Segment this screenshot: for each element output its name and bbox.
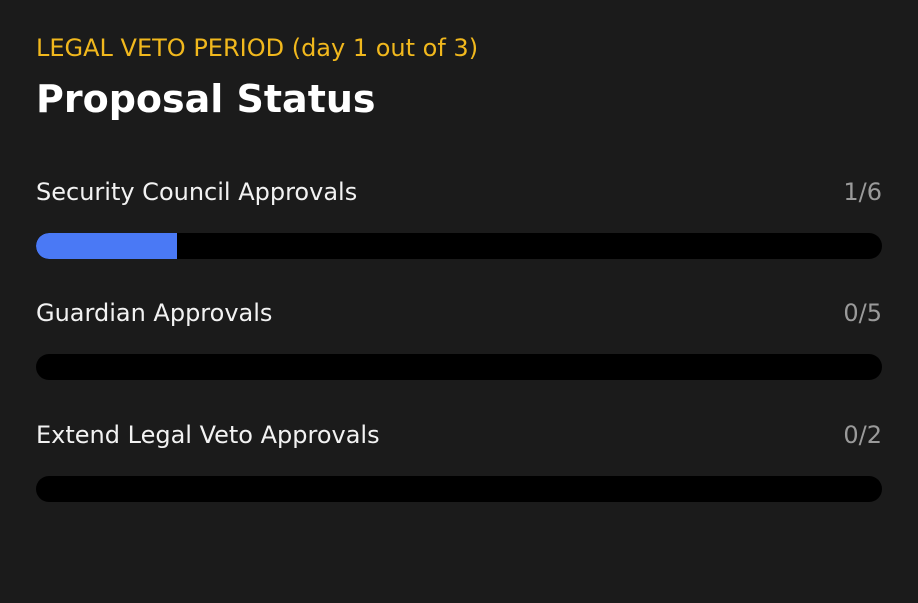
progress-track xyxy=(36,354,882,380)
approval-count: 0/2 xyxy=(843,421,882,449)
approval-label: Guardian Approvals xyxy=(36,299,273,327)
proposal-status-panel: LEGAL VETO PERIOD (day 1 out of 3) Propo… xyxy=(0,0,918,603)
progress-track xyxy=(36,476,882,502)
approval-row-extend-legal-veto: Extend Legal Veto Approvals 0/2 xyxy=(36,420,882,510)
approval-label: Extend Legal Veto Approvals xyxy=(36,421,380,449)
progress-fill xyxy=(36,233,177,259)
progress-track xyxy=(36,233,882,259)
page-title: Proposal Status xyxy=(36,77,376,121)
approval-row-guardian: Guardian Approvals 0/5 xyxy=(36,298,882,388)
approval-row-security-council: Security Council Approvals 1/6 xyxy=(36,177,882,267)
phase-label: LEGAL VETO PERIOD (day 1 out of 3) xyxy=(36,34,479,62)
approval-count: 0/5 xyxy=(843,299,882,327)
approval-label: Security Council Approvals xyxy=(36,178,358,206)
approval-count: 1/6 xyxy=(843,178,882,206)
